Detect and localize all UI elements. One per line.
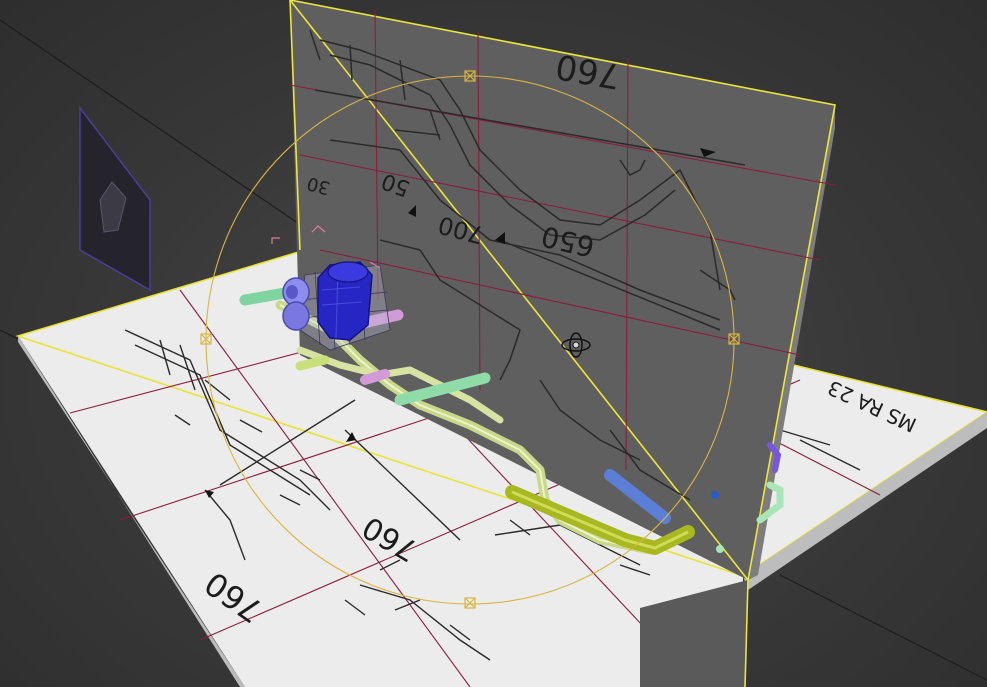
bolt-blue (711, 491, 719, 499)
green-rail-short[interactable] (295, 355, 330, 371)
engine-head (327, 261, 369, 283)
perspective-viewport[interactable]: 760 760 MS RA 23 760 700 50 30 650 (0, 0, 987, 687)
engine-cylinder-bottom (282, 301, 310, 331)
reference-image-plane-left[interactable] (79, 105, 151, 292)
bolt-green (716, 545, 724, 553)
pink-bracket-2[interactable] (360, 369, 390, 385)
engine-cylinder-top-cap (286, 285, 298, 299)
viewport-scene[interactable]: 760 760 MS RA 23 760 700 50 30 650 (0, 0, 987, 687)
